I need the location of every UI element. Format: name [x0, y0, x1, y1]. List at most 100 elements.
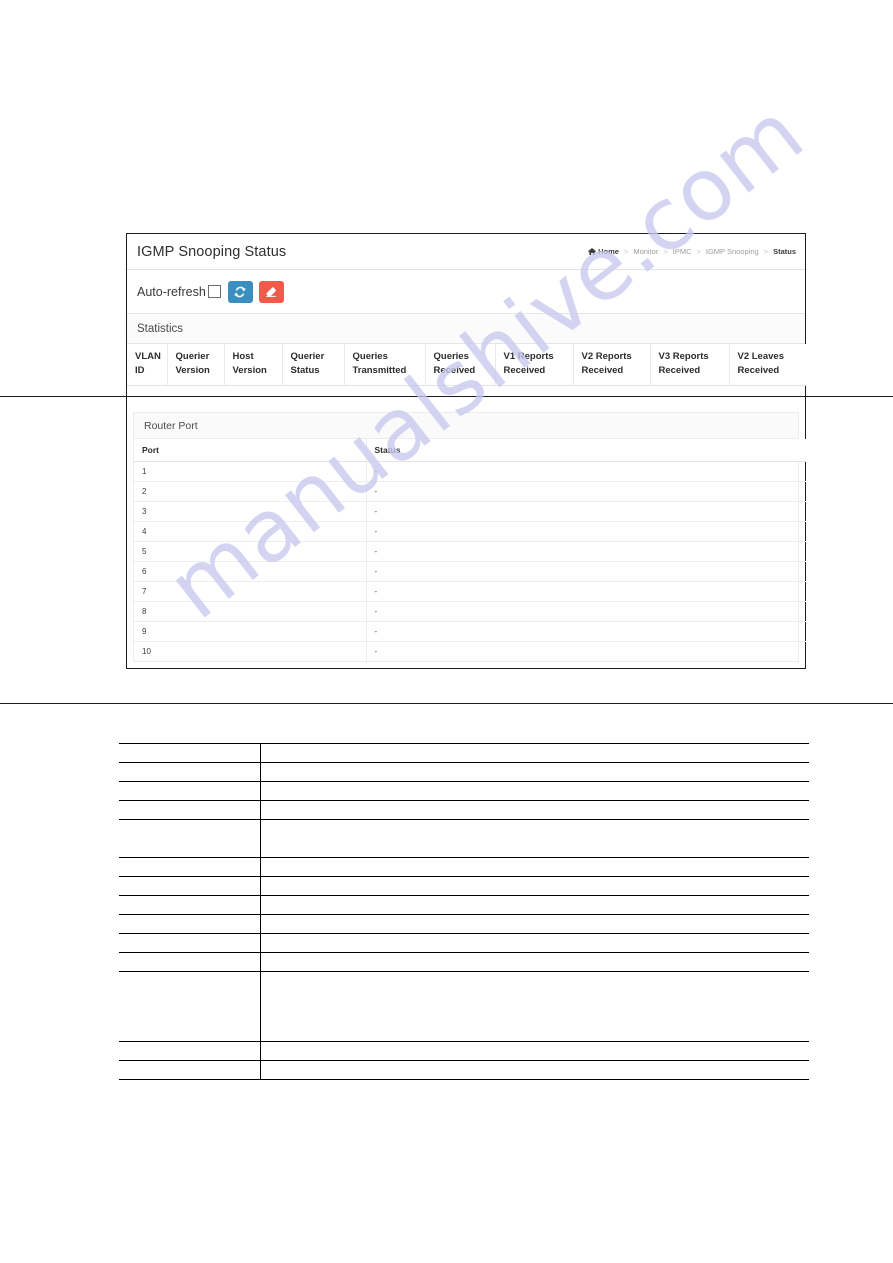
auto-refresh-label: Auto-refresh — [137, 284, 206, 299]
col-line1: Querier — [290, 351, 325, 362]
table-row: 7- — [134, 581, 806, 603]
table-row: 3- — [134, 501, 806, 523]
col-line2: Received — [503, 364, 546, 376]
description-cell-label — [119, 952, 261, 972]
description-table-row — [119, 1041, 809, 1061]
description-cell-label — [119, 876, 261, 896]
auto-refresh-checkbox[interactable] — [207, 285, 221, 298]
col-line2: Status — [290, 364, 320, 376]
router-port-col-port: Port — [134, 439, 367, 463]
statistics-col-queries-received: Queries Received — [425, 344, 496, 386]
statistics-table-wrap: VLAN ID Querier Version Host Version Que… — [127, 344, 807, 404]
description-cell-label — [119, 1060, 261, 1080]
col-line1: Queries — [352, 351, 388, 362]
description-cell-label — [119, 895, 261, 915]
description-table-row — [119, 1060, 809, 1080]
col-line2: Received — [658, 364, 701, 376]
description-cell-value — [260, 800, 809, 820]
description-cell-value — [260, 857, 809, 877]
description-cell-value — [260, 895, 809, 915]
refresh-button[interactable] — [227, 280, 253, 303]
description-cell-value — [260, 1041, 809, 1061]
router-port-table: Port Status 1-2-3-4-5-6-7-8-9-10- — [134, 439, 806, 662]
table-row: 2- — [134, 481, 806, 503]
statistics-col-v3-reports-received: V3 Reports Received — [650, 344, 730, 386]
col-line1: Querier — [175, 351, 210, 362]
description-cell-value — [260, 743, 809, 763]
breadcrumb-item-ipmc[interactable]: IPMC — [673, 247, 692, 256]
col-line2: Version — [175, 364, 210, 376]
statistics-col-v1-reports-received: V1 Reports Received — [495, 344, 574, 386]
router-port-cell-port: 1 — [134, 461, 367, 483]
router-port-cell-status: - — [366, 581, 806, 603]
statistics-section-title: Statistics — [127, 314, 805, 344]
col-line1: V1 Reports — [503, 351, 554, 362]
statistics-col-v2-reports-received: V2 Reports Received — [573, 344, 651, 386]
col-line1: V2 Reports — [581, 351, 632, 362]
table-row: 10- — [134, 641, 806, 662]
col-line2: Received — [581, 364, 624, 376]
description-cell-value — [260, 819, 809, 858]
igmp-snooping-status-card: IGMP Snooping Status Home > Monitor > IP… — [126, 233, 807, 404]
router-port-body: 1-2-3-4-5-6-7-8-9-10- — [134, 461, 806, 662]
description-cell-label — [119, 914, 261, 934]
description-cell-value — [260, 914, 809, 934]
description-cell-label — [119, 819, 261, 858]
description-cell-label — [119, 800, 261, 820]
col-line1: VLAN — [135, 351, 161, 362]
router-port-cell-status: - — [366, 501, 806, 523]
router-port-cell-status: - — [366, 561, 806, 583]
card-bottom-rule — [0, 703, 893, 704]
description-table-row — [119, 781, 809, 801]
router-port-cell-status: - — [374, 647, 378, 657]
description-table-row — [119, 762, 809, 782]
col-line2: Transmitted — [352, 364, 407, 376]
router-port-cell-port: 4 — [134, 521, 367, 543]
statistics-col-host-version: Host Version — [224, 344, 283, 386]
router-port-header-row: Port Status — [134, 439, 806, 463]
statistics-empty-area — [127, 386, 805, 404]
clear-button[interactable] — [258, 280, 284, 303]
router-port-cell-status: - — [366, 541, 806, 563]
router-port-cell-port: 7 — [134, 581, 367, 603]
breadcrumb-item-home[interactable]: Home — [588, 247, 619, 256]
router-port-cell-status: - — [366, 621, 806, 643]
router-port-inner: Router Port Port Status 1-2-3-4-5-6-7-8-… — [127, 404, 806, 668]
router-port-col-status: Status — [366, 439, 806, 463]
description-cell-value — [260, 762, 809, 782]
col-line1: V3 Reports — [658, 351, 709, 362]
description-cell-label — [119, 971, 261, 1042]
col-line2: Version — [232, 364, 267, 376]
router-port-cell-port: 3 — [134, 501, 367, 523]
statistics-col-querier-version: Querier Version — [167, 344, 225, 386]
statistics-col-querier-status: Querier Status — [282, 344, 345, 386]
breadcrumb-item-monitor[interactable]: Monitor — [633, 247, 658, 256]
document-page: IGMP Snooping Status Home > Monitor > IP… — [0, 0, 893, 1263]
description-cell-label — [119, 743, 261, 763]
description-cell-label — [119, 762, 261, 782]
description-cell-value — [260, 971, 809, 1042]
router-port-cell-port: 10 — [134, 641, 367, 662]
col-line1: V2 Leaves — [737, 351, 784, 362]
description-table-row — [119, 857, 809, 877]
page-title: IGMP Snooping Status — [137, 243, 287, 260]
description-table-row — [119, 952, 809, 972]
table-row: 6- — [134, 561, 806, 583]
description-cell-value — [260, 781, 809, 801]
description-table-row — [119, 914, 809, 934]
table-row: 9- — [134, 621, 806, 643]
description-cell-label — [119, 933, 261, 953]
router-port-cell-port: 8 — [134, 601, 367, 623]
description-table-row — [119, 895, 809, 915]
col-line2: ID — [135, 364, 145, 376]
card-header: IGMP Snooping Status Home > Monitor > IP… — [127, 234, 805, 270]
breadcrumb-item-igmp-snooping[interactable]: IGMP Snooping — [706, 247, 759, 256]
breadcrumb: Home > Monitor > IPMC > IGMP Snooping > … — [588, 247, 796, 256]
card-divider-rule — [0, 396, 893, 397]
table-row: 4- — [134, 521, 806, 543]
statistics-table: VLAN ID Querier Version Host Version Que… — [127, 344, 807, 386]
router-port-cell-status: - — [366, 601, 806, 623]
breadcrumb-separator: > — [696, 247, 701, 256]
router-port-cell-status: - — [366, 481, 806, 503]
description-table-row — [119, 876, 809, 896]
